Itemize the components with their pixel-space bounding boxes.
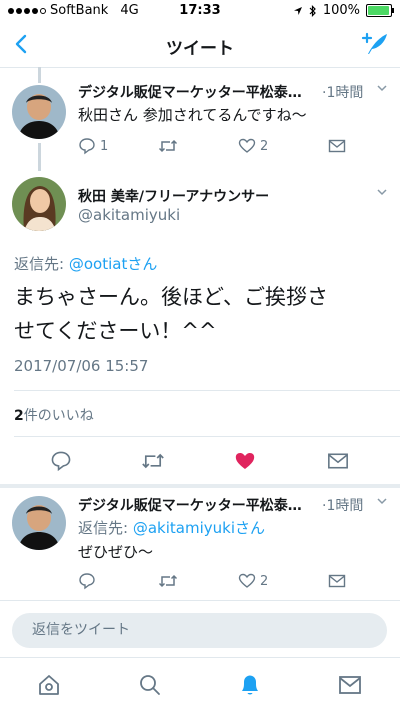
retweet-icon: [158, 139, 178, 153]
main-tweet-menu-button[interactable]: [376, 186, 388, 202]
location-icon: [293, 6, 302, 15]
main-author-handle[interactable]: @akitamiyuki: [78, 206, 180, 224]
tweet-author[interactable]: デジタル販促マーケッター平松泰…: [78, 82, 318, 102]
reply-count: 1: [100, 138, 109, 154]
tab-notifications[interactable]: [238, 672, 262, 702]
retweet-icon: [158, 574, 178, 588]
dm-button[interactable]: [328, 138, 346, 154]
tweet-time: ·1時間: [322, 498, 364, 514]
thread-line-middle: [38, 143, 41, 171]
like-button[interactable]: 2: [238, 572, 328, 590]
retweet-button[interactable]: [158, 137, 238, 155]
avatar[interactable]: [12, 85, 66, 139]
like-count: 2: [260, 138, 269, 154]
reply-input[interactable]: 返信をツイート: [12, 613, 387, 648]
chevron-down-icon: [377, 85, 387, 92]
battery-percent: 100%: [322, 3, 360, 18]
compose-tweet-icon: [361, 32, 387, 54]
main-author-name[interactable]: 秋田 美幸/フリーアナウンサー: [78, 186, 358, 206]
tab-bar: [0, 657, 400, 711]
main-reply-button[interactable]: [50, 450, 72, 476]
status-bar: SoftBank 4G 17:33 100%: [0, 0, 400, 22]
main-actions: [0, 444, 400, 480]
reply-button[interactable]: 1: [78, 137, 158, 155]
tab-home[interactable]: [37, 673, 61, 701]
main-avatar[interactable]: [12, 177, 66, 231]
tweet-item[interactable]: デジタル販促マーケッター平松泰… ·1時間 返信先: @akitamiyukiさ…: [0, 488, 400, 598]
reply-to-link[interactable]: @akitamiyukiさん: [133, 519, 265, 537]
retweet-icon: [142, 453, 164, 469]
messages-icon: [339, 676, 361, 694]
main-tweet-text: まちゃさーん。後ほど、ご挨拶さ せてくださーい！^^: [14, 285, 328, 343]
tweet-text: ぜひぜひ〜: [78, 543, 154, 561]
avatar[interactable]: [12, 496, 66, 550]
divider: [0, 600, 400, 601]
tweet-item[interactable]: デジタル販促マーケッター平松泰… ·1時間 秋田さん 参加されてるんですね〜 1…: [0, 68, 400, 164]
main-retweet-button[interactable]: [141, 450, 165, 476]
battery-icon: [366, 4, 394, 17]
reply-icon: [79, 138, 95, 155]
likes-count: 2: [14, 408, 24, 424]
tweet-actions: 2: [78, 572, 378, 590]
divider: [0, 657, 400, 658]
tweet-menu-button[interactable]: [376, 82, 388, 98]
compose-button[interactable]: [360, 30, 390, 58]
likes-summary[interactable]: 2件のいいね: [14, 405, 94, 425]
divider: [14, 390, 400, 391]
main-timestamp: 2017/07/06 15:57: [14, 357, 149, 375]
tweet-author[interactable]: デジタル販促マーケッター平松泰…: [78, 495, 318, 515]
reply-icon: [51, 451, 71, 472]
heart-icon: [238, 573, 256, 588]
envelope-icon: [328, 453, 348, 469]
main-dm-button[interactable]: [327, 451, 349, 475]
tweet-menu-button[interactable]: [376, 495, 388, 511]
heart-icon: [238, 138, 256, 153]
home-icon: [39, 675, 59, 695]
search-icon: [140, 675, 160, 695]
retweet-button[interactable]: [158, 572, 238, 590]
chevron-down-icon: [377, 498, 387, 505]
likes-label: 件のいいね: [23, 408, 94, 424]
reply-to-link[interactable]: @ootiatさん: [69, 255, 157, 273]
tweet-time: ·1時間: [322, 85, 364, 101]
main-like-button[interactable]: [233, 450, 257, 476]
reply-button[interactable]: [78, 572, 158, 590]
notifications-icon: [242, 675, 258, 695]
reply-to: 返信先: @akitamiyukiさん: [78, 519, 265, 537]
like-count: 2: [260, 573, 269, 589]
tab-search[interactable]: [138, 673, 162, 701]
reply-icon: [79, 573, 95, 590]
like-button[interactable]: 2: [238, 137, 328, 155]
tweet-text: 秋田さん 参加されてるんですね〜: [78, 106, 307, 124]
tab-messages[interactable]: [338, 674, 362, 700]
divider: [14, 436, 400, 437]
main-reply-to: 返信先: @ootiatさん: [14, 255, 158, 273]
main-tweet: 秋田 美幸/フリーアナウンサー @akitamiyuki 返信先: @ootia…: [0, 171, 400, 481]
heart-filled-icon: [235, 453, 255, 469]
bluetooth-icon: [309, 4, 316, 17]
envelope-icon: [328, 574, 346, 588]
status-right: 100%: [293, 3, 394, 18]
envelope-icon: [328, 139, 346, 153]
chevron-down-icon: [377, 189, 387, 196]
page-title: ツイート: [166, 39, 234, 59]
dm-button[interactable]: [328, 573, 346, 589]
nav-bar: ツイート: [0, 22, 400, 68]
tweet-actions: 1 2: [78, 137, 378, 155]
